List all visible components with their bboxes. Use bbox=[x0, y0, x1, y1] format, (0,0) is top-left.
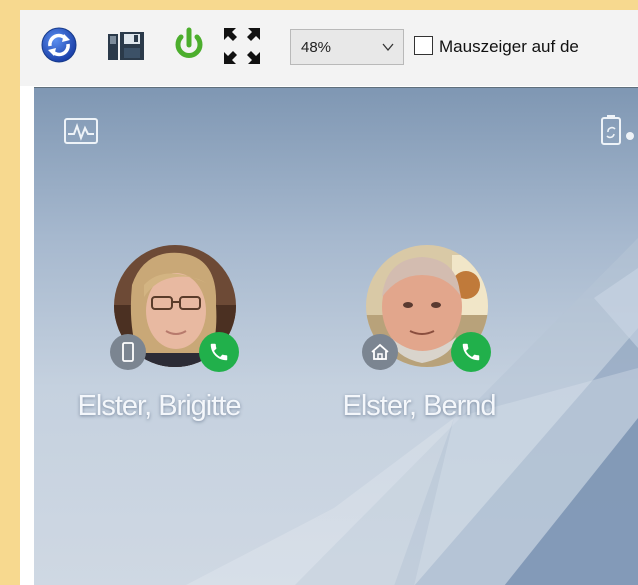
save-icon bbox=[108, 32, 144, 60]
pointer-checkbox-label[interactable]: Mauszeiger auf de bbox=[439, 37, 579, 57]
contact-name: Elster, Brigitte bbox=[77, 390, 242, 422]
chevron-down-icon bbox=[382, 43, 394, 52]
phone-icon bbox=[210, 343, 228, 361]
call-button[interactable] bbox=[451, 332, 491, 372]
refresh-icon bbox=[41, 27, 77, 63]
contact-name: Elster, Bernd bbox=[342, 390, 496, 422]
power-icon bbox=[175, 27, 203, 58]
home-badge bbox=[362, 334, 398, 370]
zoom-value: 48% bbox=[301, 39, 332, 56]
mobile-phone-icon bbox=[122, 342, 134, 362]
contact-bernd[interactable]: Elster, Bernd bbox=[324, 240, 514, 440]
phone-screen: Elster, Brigitte Elster, Bernd bbox=[34, 87, 638, 585]
toolbar: 48% Mauszeiger auf de bbox=[20, 10, 638, 86]
activity-icon bbox=[64, 118, 98, 144]
save-button[interactable] bbox=[106, 26, 146, 66]
phone-icon bbox=[462, 343, 480, 361]
power-button[interactable] bbox=[170, 26, 210, 66]
zoom-select[interactable]: 48% bbox=[290, 29, 404, 65]
mobile-phone-badge bbox=[110, 334, 146, 370]
home-icon bbox=[371, 343, 389, 360]
contact-brigitte[interactable]: Elster, Brigitte bbox=[64, 240, 254, 440]
app-window: 48% Mauszeiger auf de Elster, Brigitte E… bbox=[20, 10, 638, 585]
refresh-button[interactable] bbox=[40, 26, 80, 66]
pointer-checkbox[interactable] bbox=[414, 36, 433, 55]
fullscreen-icon bbox=[224, 28, 260, 64]
fullscreen-button[interactable] bbox=[222, 26, 262, 66]
battery-icon bbox=[601, 115, 634, 145]
call-button[interactable] bbox=[199, 332, 239, 372]
